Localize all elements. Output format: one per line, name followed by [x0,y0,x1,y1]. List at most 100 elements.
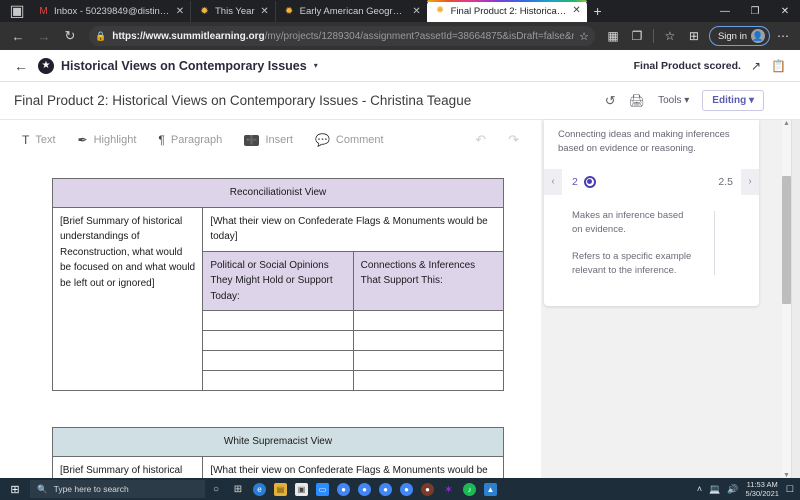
editing-mode-button[interactable]: Editing ▾ [702,90,764,111]
sign-in-label: Sign in [717,30,747,42]
empty-cell[interactable] [202,350,354,371]
close-button[interactable]: ✕ [770,0,800,22]
summit-icon: ✹ [284,5,294,17]
discord-icon: ✶ [443,483,454,496]
taskbar-search-input[interactable]: 🔍 Type here to search [30,480,205,498]
task-view-icon[interactable]: ⊞ [227,478,249,500]
summit-icon: ✹ [200,5,209,17]
chrome-icon: ● [400,482,413,496]
highlight-icon: ✒ [77,133,88,147]
collections-icon[interactable]: ❐ [626,25,648,47]
tab-close-icon[interactable]: ✕ [260,6,270,17]
browser-tab-3-active[interactable]: ✹ Final Product 2: Historical Views ✕ [426,0,587,22]
taskbar-app-chrome-3[interactable]: ● [375,478,396,500]
prev-score-icon[interactable]: ‹ [544,168,562,195]
network-icon[interactable]: 💻 [709,484,720,495]
volume-icon[interactable]: 🔊 [727,484,738,495]
minimize-button[interactable]: — [710,0,740,22]
app-header-actions: Final Product scored. ↗ 📋 [634,59,786,73]
empty-cell[interactable] [352,330,505,351]
toolbar-item-highlight[interactable]: ✒ Highlight [78,133,137,147]
undo-icon[interactable]: ↶ [475,132,486,148]
taskbar-app-zoom[interactable]: ▭ [312,478,333,500]
taskbar-app-chrome-4[interactable]: ● [396,478,417,500]
toolbar-item-insert[interactable]: ➕ Insert [244,134,293,146]
reload-icon[interactable]: ↻ [58,24,82,48]
taskbar-app-avatar[interactable]: ● [417,478,438,500]
bookmark-star-icon[interactable]: ☆ [579,30,589,43]
tools-button[interactable]: Tools ▾ [658,95,689,106]
view-prompt-cell[interactable]: [What their view on Confederate Flags & … [202,206,504,252]
page-scrollbar[interactable]: ▲ ▼ [782,120,791,478]
toolbar-item-comment[interactable]: 💬 Comment [315,133,384,147]
browser-tab-0[interactable]: M Inbox - 50239849@distinctivescl ✕ [30,1,190,22]
print-icon[interactable]: 🖨 [629,93,646,109]
reading-view-icon[interactable]: ▦ [602,25,624,47]
toolbar-item-text[interactable]: T Text [22,133,56,147]
summary-cell[interactable]: [Brief Summary of historical understandi… [51,455,204,478]
redo-icon[interactable]: ↷ [508,132,519,148]
clipboard-icon[interactable]: 📋 [771,59,786,73]
empty-cell[interactable] [202,310,354,331]
window-controls: — ❐ ✕ [710,0,800,22]
url-domain: https://www.summitlearning.org [112,30,265,42]
collaborator-avatar[interactable] [777,92,786,110]
taskbar-app-file-explorer[interactable]: ▤ [270,478,291,500]
taskbar-app-store[interactable]: ▣ [291,478,312,500]
app-back-icon[interactable]: ← [14,58,28,74]
summit-badge-icon: ★ [38,57,54,74]
tab-search-icon[interactable]: ▣ [4,0,30,22]
empty-cell[interactable] [352,310,505,331]
taskbar-app-spotify[interactable]: ♪ [459,478,480,500]
address-bar[interactable]: 🔒 https://www.summitlearning.org/my/proj… [89,26,595,46]
tab-close-icon[interactable]: ✕ [412,6,422,17]
back-icon[interactable]: ← [6,24,30,48]
browser-tab-1[interactable]: ✹ This Year ✕ [190,1,275,22]
new-tab-button[interactable]: + [587,0,609,22]
summit-icon: ✹ [435,5,445,16]
empty-cell[interactable] [352,350,505,371]
favorites-icon[interactable]: ☆ [659,25,681,47]
chrome-icon: ● [337,482,350,496]
tab-close-icon[interactable]: ✕ [175,6,185,17]
sign-in-button[interactable]: Sign in 👤 [708,26,770,46]
toolbar-item-paragraph[interactable]: ¶ Paragraph [158,133,222,147]
browser-toolbar: ← → ↻ 🔒 https://www.summitlearning.org/m… [0,22,800,50]
add-collection-icon[interactable]: ⊞ [683,25,705,47]
start-button-icon[interactable]: ⊞ [0,478,30,500]
scrollbar-thumb[interactable] [782,176,791,304]
taskbar-clock[interactable]: 11:53 AM 5/30/2021 [746,480,779,499]
forward-icon[interactable]: → [32,24,56,48]
paragraph-icon: ¶ [158,133,165,147]
taskbar-app-chrome-1[interactable]: ● [333,478,354,500]
empty-cell[interactable] [202,370,354,391]
taskbar-app-game[interactable]: ▲ [480,478,501,500]
taskbar-app-discord[interactable]: ✶ [438,478,459,500]
chevron-down-icon[interactable]: ▾ [314,61,318,70]
cortana-icon[interactable]: ○ [205,478,227,500]
active-tab-accent [426,0,587,2]
tab-close-icon[interactable]: ✕ [572,6,582,16]
empty-cell[interactable] [352,370,505,391]
url-path: /my/projects/1289304/assignment?assetId=… [264,30,575,42]
version-history-icon[interactable]: ↺ [605,93,616,109]
table-row: White Supremacist View [52,427,504,457]
score-radio-selected[interactable] [583,175,596,188]
browser-tab-2[interactable]: ✹ Early American Geography ✕ [274,1,427,22]
empty-cell[interactable] [202,330,354,351]
maximize-button[interactable]: ❐ [740,0,770,22]
document-title: Final Product 2: Historical Views on Con… [14,93,472,108]
open-external-icon[interactable]: ↗ [751,59,761,73]
next-score-icon[interactable]: › [741,168,759,195]
summary-cell[interactable]: [Brief Summary of historical understandi… [51,206,204,391]
more-options-icon[interactable]: ⋯ [772,25,794,47]
taskbar-app-edge[interactable]: e [249,478,270,500]
radio-dot [587,179,593,184]
taskbar-app-chrome-2[interactable]: ● [354,478,375,500]
status-badge: Final Product scored. [633,59,741,72]
scroll-up-icon[interactable]: ▲ [782,120,791,127]
view-prompt-cell[interactable]: [What their view on Confederate Flags & … [202,455,504,478]
notification-center-icon[interactable]: ☐ [786,484,794,495]
search-placeholder: Type here to search [53,484,129,494]
tray-expand-icon[interactable]: ˄ [697,484,702,494]
